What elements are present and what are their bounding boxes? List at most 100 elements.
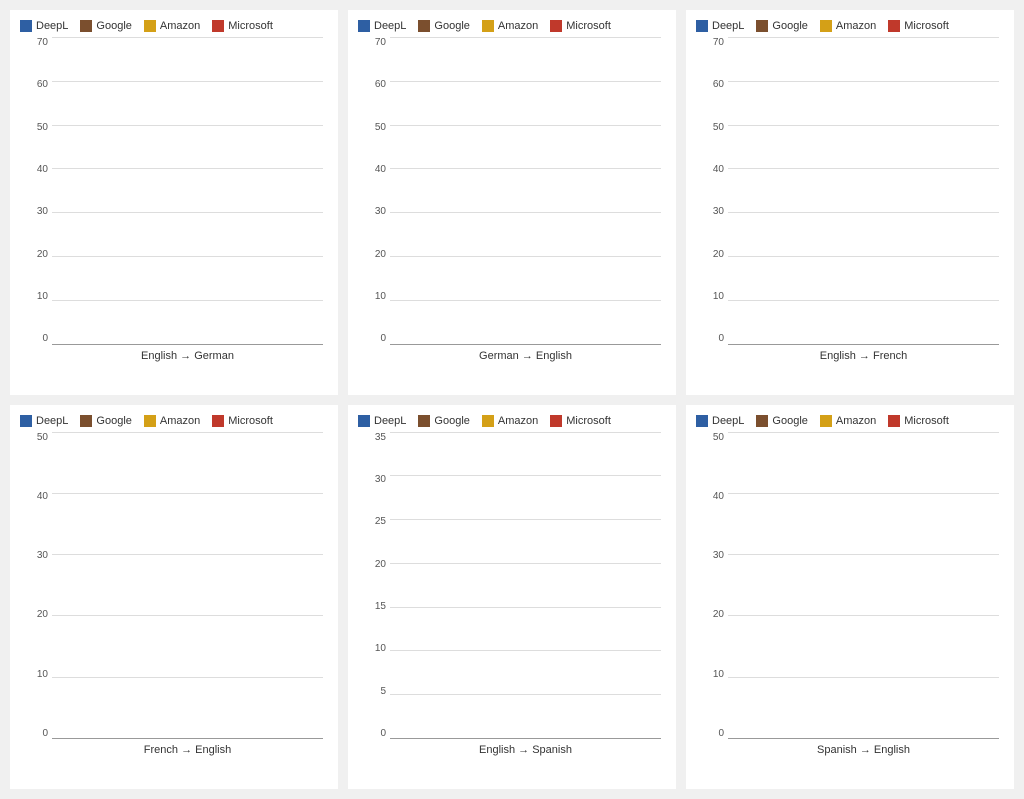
y-axis-ger-eng: 010203040506070 [358, 38, 386, 345]
legend-item-deepl: DeepL [696, 415, 744, 427]
chart-eng-es: DeepLGoogleAmazonMicrosoft05101520253035… [348, 405, 676, 790]
y-tick-0: 0 [696, 334, 724, 344]
y-tick-10: 10 [358, 292, 386, 302]
legend-label-microsoft: Microsoft [904, 415, 949, 427]
legend-label-amazon: Amazon [160, 20, 200, 32]
legend-label-microsoft: Microsoft [904, 20, 949, 32]
base-line [52, 738, 323, 739]
legend-color-amazon [482, 20, 494, 32]
legend-label-amazon: Amazon [498, 415, 538, 427]
bars-wrapper-ger-eng [390, 38, 661, 345]
y-tick-0: 0 [20, 334, 48, 344]
y-axis-eng-fr: 010203040506070 [696, 38, 724, 345]
legend-label-deepl: DeepL [374, 415, 406, 427]
y-tick-40: 40 [20, 165, 48, 175]
legend-item-amazon: Amazon [820, 415, 876, 427]
legend-color-google [80, 415, 92, 427]
legend-label-deepl: DeepL [36, 20, 68, 32]
y-tick-40: 40 [696, 165, 724, 175]
y-tick-70: 70 [358, 38, 386, 48]
legend-item-amazon: Amazon [144, 415, 200, 427]
x-label-es-eng: Spanish → English [728, 741, 999, 759]
legend-label-google: Google [434, 20, 469, 32]
legend-label-google: Google [772, 415, 807, 427]
legend-color-amazon [820, 20, 832, 32]
legend-color-google [756, 20, 768, 32]
y-tick-20: 20 [696, 250, 724, 260]
y-tick-0: 0 [20, 729, 48, 739]
y-tick-30: 30 [358, 475, 386, 485]
legend-label-amazon: Amazon [836, 20, 876, 32]
chart-area-es-eng: 01020304050Spanish → English [696, 433, 1004, 760]
legend-label-microsoft: Microsoft [566, 415, 611, 427]
y-tick-35: 35 [358, 433, 386, 443]
y-axis-eng-ger: 010203040506070 [20, 38, 48, 345]
legend-label-google: Google [772, 20, 807, 32]
legend-color-deepl [696, 415, 708, 427]
y-tick-30: 30 [20, 207, 48, 217]
legend-color-deepl [20, 20, 32, 32]
legend-item-amazon: Amazon [482, 415, 538, 427]
bars-wrapper-eng-fr [728, 38, 999, 345]
legend-item-google: Google [80, 415, 131, 427]
legend-color-microsoft [550, 415, 562, 427]
legend-eng-ger: DeepLGoogleAmazonMicrosoft [20, 20, 328, 32]
legend-label-amazon: Amazon [160, 415, 200, 427]
y-tick-0: 0 [358, 729, 386, 739]
charts-grid: DeepLGoogleAmazonMicrosoft01020304050607… [0, 0, 1024, 799]
legend-ger-eng: DeepL Google Amazon Microsoft [358, 20, 666, 32]
legend-item-google: Google [756, 20, 807, 32]
legend-label-microsoft: Microsoft [228, 415, 273, 427]
legend-label-deepl: DeepL [712, 20, 744, 32]
legend-color-google [80, 20, 92, 32]
y-tick-50: 50 [358, 123, 386, 133]
y-tick-10: 10 [358, 644, 386, 654]
legend-label-google: Google [96, 20, 131, 32]
y-tick-10: 10 [20, 292, 48, 302]
y-tick-0: 0 [358, 334, 386, 344]
legend-item-deepl: DeepL [358, 415, 406, 427]
legend-item-microsoft: Microsoft [888, 415, 949, 427]
chart-area-eng-ger: 010203040506070English → German [20, 38, 328, 365]
legend-fr-eng: DeepL Google Amazon Microsoft [20, 415, 328, 427]
legend-color-microsoft [212, 20, 224, 32]
legend-item-microsoft: Microsoft [550, 20, 611, 32]
legend-item-deepl: DeepL [20, 20, 68, 32]
y-tick-10: 10 [696, 292, 724, 302]
legend-item-microsoft: Microsoft [212, 415, 273, 427]
legend-label-deepl: DeepL [374, 20, 406, 32]
y-tick-0: 0 [696, 729, 724, 739]
legend-item-deepl: DeepL [358, 20, 406, 32]
y-tick-50: 50 [20, 433, 48, 443]
legend-eng-fr: DeepL Google Amazon Microsoft [696, 20, 1004, 32]
legend-label-amazon: Amazon [836, 415, 876, 427]
base-line [728, 738, 999, 739]
y-tick-50: 50 [696, 123, 724, 133]
chart-area-eng-es: 05101520253035English → Spanish [358, 433, 666, 760]
legend-color-amazon [144, 20, 156, 32]
x-label-eng-es: English → Spanish [390, 741, 661, 759]
y-tick-25: 25 [358, 517, 386, 527]
bars-grid-fr-eng [52, 433, 323, 740]
x-label-eng-ger: English → German [52, 347, 323, 365]
legend-color-google [418, 415, 430, 427]
legend-item-google: Google [418, 415, 469, 427]
y-tick-10: 10 [20, 670, 48, 680]
legend-item-google: Google [418, 20, 469, 32]
legend-color-deepl [358, 415, 370, 427]
legend-item-amazon: Amazon [482, 20, 538, 32]
legend-item-amazon: Amazon [820, 20, 876, 32]
y-tick-30: 30 [358, 207, 386, 217]
chart-eng-fr: DeepLGoogleAmazonMicrosoft01020304050607… [686, 10, 1014, 395]
legend-label-deepl: DeepL [36, 415, 68, 427]
bars-grid-es-eng [728, 433, 999, 740]
legend-item-google: Google [756, 415, 807, 427]
bars-wrapper-es-eng [728, 433, 999, 740]
bars-wrapper-eng-es [390, 433, 661, 740]
y-tick-20: 20 [358, 250, 386, 260]
chart-area-eng-fr: 010203040506070English → French [696, 38, 1004, 365]
x-label-fr-eng: French → English [52, 741, 323, 759]
y-tick-15: 15 [358, 602, 386, 612]
legend-item-microsoft: Microsoft [550, 415, 611, 427]
x-label-ger-eng: German → English [390, 347, 661, 365]
